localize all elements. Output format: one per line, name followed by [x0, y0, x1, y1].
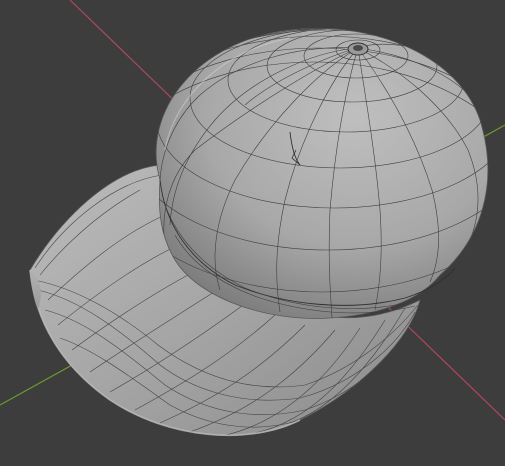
- 3d-viewport[interactable]: [0, 0, 505, 466]
- cap-top-button[interactable]: [347, 42, 369, 56]
- viewport-canvas[interactable]: [0, 0, 505, 466]
